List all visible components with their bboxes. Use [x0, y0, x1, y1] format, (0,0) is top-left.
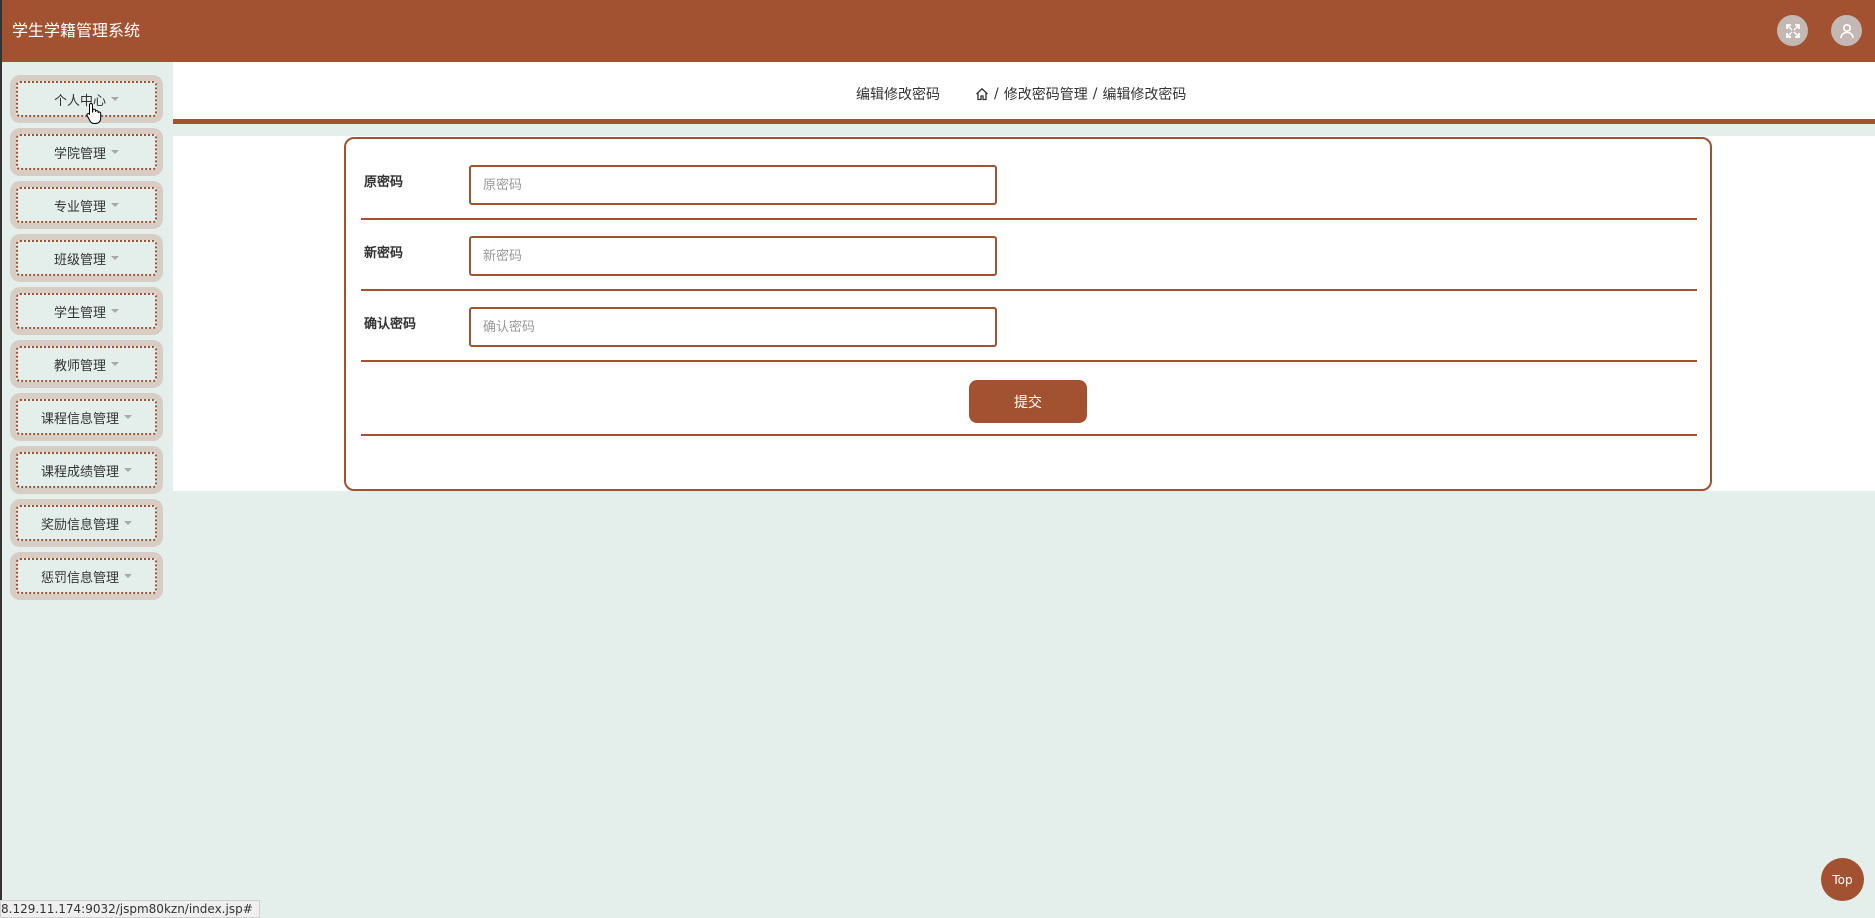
hand-cursor-icon — [86, 102, 102, 124]
user-button[interactable] — [1831, 15, 1862, 46]
sidebar-item-label: 奖励信息管理 — [40, 517, 119, 533]
new-password-input[interactable] — [469, 236, 997, 276]
sidebar-item-label: 课程成绩管理 — [40, 464, 119, 480]
sidebar-item-label: 惩罚信息管理 — [40, 570, 119, 586]
new-password-label: 新密码 — [364, 246, 404, 261]
sidebar: 个人中心 学院管理 专业管理 班级管理 学生管理 教师管理 课程信息管理 课程成… — [0, 62, 173, 918]
fullscreen-icon — [1785, 23, 1800, 38]
confirm-password-label: 确认密码 — [364, 317, 417, 332]
sidebar-item-label: 学生管理 — [53, 305, 106, 321]
caret-down-icon — [124, 468, 132, 472]
sidebar-item-student-management[interactable]: 学生管理 — [10, 287, 163, 335]
breadcrumb-item-edit-password: 编辑修改密码 — [1102, 87, 1187, 103]
sidebar-item-major-management[interactable]: 专业管理 — [10, 181, 163, 229]
caret-down-icon — [111, 150, 119, 154]
sidebar-item-label: 课程信息管理 — [40, 411, 119, 427]
back-to-top-button[interactable]: Top — [1821, 858, 1864, 901]
sidebar-item-label: 学院管理 — [53, 146, 106, 162]
caret-down-icon — [111, 309, 119, 313]
sidebar-item-course-grade-management[interactable]: 课程成绩管理 — [10, 446, 163, 494]
sidebar-item-college-management[interactable]: 学院管理 — [10, 128, 163, 176]
breadcrumb-separator: / — [1092, 86, 1098, 102]
page-title: 编辑修改密码 — [856, 87, 940, 103]
sidebar-item-label: 教师管理 — [53, 358, 106, 374]
content-header: 编辑修改密码 / 修改密码管理 / 编辑修改密码 — [173, 62, 1875, 124]
app-title: 学生学籍管理系统 — [12, 21, 141, 40]
caret-down-icon — [111, 97, 119, 101]
form-row-new-password: 新密码 — [361, 220, 1697, 291]
sidebar-item-label: 专业管理 — [53, 199, 106, 215]
old-password-label: 原密码 — [364, 175, 404, 190]
sidebar-item-reward-info-management[interactable]: 奖励信息管理 — [10, 499, 163, 547]
old-password-input[interactable] — [469, 165, 997, 205]
caret-down-icon — [111, 256, 119, 260]
sidebar-item-punishment-info-management[interactable]: 惩罚信息管理 — [10, 552, 163, 600]
form-row-old-password: 原密码 — [361, 151, 1697, 220]
form-row-confirm-password: 确认密码 — [361, 291, 1697, 362]
sidebar-item-course-info-management[interactable]: 课程信息管理 — [10, 393, 163, 441]
breadcrumb: / 修改密码管理 / 编辑修改密码 — [975, 84, 1186, 104]
submit-button[interactable]: 提交 — [969, 380, 1087, 423]
top-header: 学生学籍管理系统 — [0, 0, 1875, 62]
breadcrumb-item-password-management[interactable]: 修改密码管理 — [1004, 84, 1088, 104]
sidebar-item-class-management[interactable]: 班级管理 — [10, 234, 163, 282]
home-icon[interactable] — [975, 87, 989, 101]
caret-down-icon — [111, 203, 119, 207]
breadcrumb-separator: / — [994, 86, 999, 102]
confirm-password-input[interactable] — [469, 307, 997, 347]
caret-down-icon — [124, 521, 132, 525]
status-bar-url: 8.129.11.174:9032/jspm80kzn/index.jsp# — [0, 900, 260, 918]
password-form: 原密码 新密码 确认密码 提交 — [344, 137, 1712, 491]
fullscreen-button[interactable] — [1777, 15, 1808, 46]
sidebar-item-label: 班级管理 — [53, 252, 106, 268]
caret-down-icon — [124, 574, 132, 578]
caret-down-icon — [111, 362, 119, 366]
user-icon — [1839, 23, 1854, 38]
sidebar-item-teacher-management[interactable]: 教师管理 — [10, 340, 163, 388]
caret-down-icon — [124, 415, 132, 419]
